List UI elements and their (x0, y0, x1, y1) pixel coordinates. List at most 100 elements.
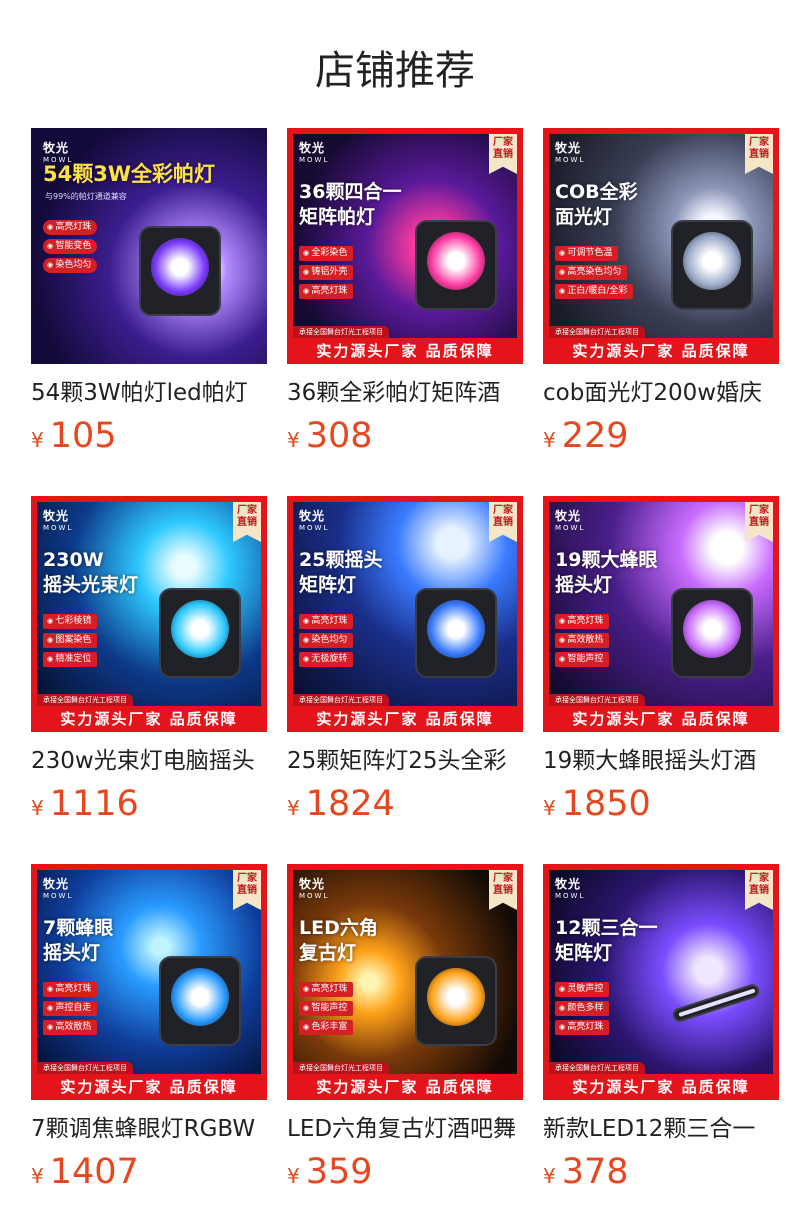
product-name[interactable]: cob面光灯200w婚庆 (543, 378, 779, 408)
feature-list: 灵敏声控颜色多样高亮灯珠 (555, 982, 610, 1039)
brand-logo: 牧光 MOWL (299, 510, 329, 534)
product-image[interactable]: 牧光MOWL厂家直销36颗四合一 矩阵帕灯全彩染色铸铝外壳高亮灯珠承接全国舞台灯… (287, 128, 523, 364)
price-value: 1850 (561, 784, 651, 824)
product-name[interactable]: 19颗大蜂眼摇头灯酒 (543, 746, 779, 776)
brand-logo: 牧光 MOWL (43, 510, 73, 534)
price-value: 1407 (49, 1152, 139, 1192)
currency-symbol: ¥ (543, 1164, 556, 1188)
feature-list: 高亮灯珠声控自走高效散热 (43, 982, 98, 1039)
fixture-lens (151, 238, 209, 296)
project-note: 承接全国舞台灯光工程项目 (293, 1062, 389, 1074)
feature-tag: 高亮灯珠 (555, 1020, 610, 1035)
product-image[interactable]: 牧光MOWL厂家直销12颗三合一 矩阵灯灵敏声控颜色多样高亮灯珠承接全国舞台灯光… (543, 864, 779, 1100)
product-price: ¥308 (287, 416, 523, 456)
product-name[interactable]: 25颗矩阵灯25头全彩 (287, 746, 523, 776)
quality-banner: 实力源头厂家 品质保障 (543, 338, 779, 364)
feature-tag: 智能声控 (555, 652, 610, 667)
quality-banner: 实力源头厂家 品质保障 (31, 706, 267, 732)
feature-tag: 七彩棱镜 (43, 614, 98, 629)
feature-tag: 高亮灯珠 (555, 614, 610, 629)
feature-tag: 高效散热 (43, 1020, 98, 1035)
product-image[interactable]: 牧光MOWL厂家直销19颗大蜂眼 摇头灯高亮灯珠高效散热智能声控承接全国舞台灯光… (543, 496, 779, 732)
light-fixture-graphic (139, 226, 221, 316)
product-image[interactable]: 牧光MOWL厂家直销LED六角 复古灯高亮灯珠智能声控色彩丰富承接全国舞台灯光工… (287, 864, 523, 1100)
feature-tag: 高亮灯珠 (299, 982, 354, 997)
project-note: 承接全国舞台灯光工程项目 (37, 694, 133, 706)
product-card[interactable]: 牧光MOWL54颗3W全彩帕灯与99%的帕灯通道兼容高亮灯珠智能变色染色均匀54… (31, 128, 267, 456)
feature-list: 全彩染色铸铝外壳高亮灯珠 (299, 246, 354, 303)
product-price: ¥359 (287, 1152, 523, 1192)
product-name[interactable]: 新款LED12颗三合一 (543, 1114, 779, 1144)
product-card[interactable]: 牧光MOWL厂家直销36颗四合一 矩阵帕灯全彩染色铸铝外壳高亮灯珠承接全国舞台灯… (287, 128, 523, 456)
quality-banner: 实力源头厂家 品质保障 (287, 706, 523, 732)
feature-tag: 高亮灯珠 (43, 220, 98, 235)
product-name[interactable]: 7颗调焦蜂眼灯RGBW (31, 1114, 267, 1144)
brand-logo: 牧光 MOWL (555, 510, 585, 534)
feature-list: 高亮灯珠染色均匀无极旋转 (299, 614, 354, 671)
project-note: 承接全国舞台灯光工程项目 (37, 1062, 133, 1074)
product-image[interactable]: 牧光MOWL厂家直销230W 摇头光束灯七彩棱镜图案染色精准定位承接全国舞台灯光… (31, 496, 267, 732)
product-name[interactable]: 36颗全彩帕灯矩阵酒 (287, 378, 523, 408)
product-image[interactable]: 牧光MOWL厂家直销7颗蜂眼 摇头灯高亮灯珠声控自走高效散热承接全国舞台灯光工程… (31, 864, 267, 1100)
brand-logo-text: 牧光 (555, 141, 582, 155)
product-name[interactable]: 230w光束灯电脑摇头 (31, 746, 267, 776)
feature-tag: 铸铝外壳 (299, 265, 354, 280)
product-card[interactable]: 牧光MOWL厂家直销7颗蜂眼 摇头灯高亮灯珠声控自走高效散热承接全国舞台灯光工程… (31, 864, 267, 1192)
product-price: ¥1407 (31, 1152, 267, 1192)
product-price: ¥1824 (287, 784, 523, 824)
feature-tag: 高亮灯珠 (43, 982, 98, 997)
feature-list: 七彩棱镜图案染色精准定位 (43, 614, 98, 671)
brand-logo-subtext: MOWL (43, 524, 74, 532)
price-value: 1116 (49, 784, 139, 824)
product-card[interactable]: 牧光MOWL厂家直销19颗大蜂眼 摇头灯高亮灯珠高效散热智能声控承接全国舞台灯光… (543, 496, 779, 824)
brand-logo: 牧光 MOWL (555, 142, 585, 166)
brand-logo-text: 牧光 (43, 877, 70, 891)
currency-symbol: ¥ (287, 1164, 300, 1188)
brand-logo-subtext: MOWL (555, 524, 586, 532)
quality-banner: 实力源头厂家 品质保障 (287, 1074, 523, 1100)
brand-logo: 牧光 MOWL (299, 878, 329, 902)
project-note: 承接全国舞台灯光工程项目 (549, 1062, 645, 1074)
quality-banner: 实力源头厂家 品质保障 (543, 706, 779, 732)
product-name[interactable]: 54颗3W帕灯led帕灯 (31, 378, 267, 408)
feature-tag: 可调节色温 (555, 246, 619, 261)
project-note: 承接全国舞台灯光工程项目 (549, 694, 645, 706)
image-headline: 7颗蜂眼 摇头灯 (43, 917, 114, 964)
product-card[interactable]: 牧光MOWL厂家直销25颗摇头 矩阵灯高亮灯珠染色均匀无极旋转承接全国舞台灯光工… (287, 496, 523, 824)
feature-tag: 颜色多样 (555, 1001, 610, 1016)
product-name[interactable]: LED六角复古灯酒吧舞 (287, 1114, 523, 1144)
price-value: 308 (305, 416, 373, 456)
product-card[interactable]: 牧光MOWL厂家直销230W 摇头光束灯七彩棱镜图案染色精准定位承接全国舞台灯光… (31, 496, 267, 824)
product-price: ¥105 (31, 416, 267, 456)
product-image[interactable]: 牧光MOWL厂家直销25颗摇头 矩阵灯高亮灯珠染色均匀无极旋转承接全国舞台灯光工… (287, 496, 523, 732)
brand-logo-subtext: MOWL (555, 892, 586, 900)
product-price: ¥229 (543, 416, 779, 456)
brand-logo-subtext: MOWL (299, 156, 330, 164)
quality-banner: 实力源头厂家 品质保障 (31, 1074, 267, 1100)
feature-list: 高亮灯珠高效散热智能声控 (555, 614, 610, 671)
brand-logo-text: 牧光 (43, 141, 70, 155)
feature-tag: 精准定位 (43, 652, 98, 667)
project-note: 承接全国舞台灯光工程项目 (293, 694, 389, 706)
price-value: 359 (305, 1152, 373, 1192)
product-image[interactable]: 牧光MOWL54颗3W全彩帕灯与99%的帕灯通道兼容高亮灯珠智能变色染色均匀 (31, 128, 267, 364)
price-value: 105 (49, 416, 117, 456)
page-title: 店铺推荐 (315, 48, 475, 94)
feature-tag: 染色均匀 (299, 633, 354, 648)
currency-symbol: ¥ (287, 428, 300, 452)
brand-logo-text: 牧光 (555, 877, 582, 891)
product-card[interactable]: 牧光MOWL厂家直销12颗三合一 矩阵灯灵敏声控颜色多样高亮灯珠承接全国舞台灯光… (543, 864, 779, 1192)
product-card[interactable]: 牧光MOWL厂家直销LED六角 复古灯高亮灯珠智能声控色彩丰富承接全国舞台灯光工… (287, 864, 523, 1192)
feature-tag: 高效散热 (555, 633, 610, 648)
feature-tag: 高亮灯珠 (299, 614, 354, 629)
image-headline: 54颗3W全彩帕灯 (43, 162, 215, 186)
product-card[interactable]: 牧光MOWL厂家直销COB全彩 面光灯可调节色温高亮染色均匀正白/暖白/全彩承接… (543, 128, 779, 456)
image-headline: LED六角 复古灯 (299, 917, 378, 964)
feature-tag: 灵敏声控 (555, 982, 610, 997)
brand-logo: 牧光 MOWL (299, 142, 329, 166)
product-image[interactable]: 牧光MOWL厂家直销COB全彩 面光灯可调节色温高亮染色均匀正白/暖白/全彩承接… (543, 128, 779, 364)
image-headline: 36颗四合一 矩阵帕灯 (299, 181, 402, 228)
project-note: 承接全国舞台灯光工程项目 (549, 326, 645, 338)
brand-logo: 牧光 MOWL (555, 878, 585, 902)
feature-list: 可调节色温高亮染色均匀正白/暖白/全彩 (555, 246, 634, 303)
